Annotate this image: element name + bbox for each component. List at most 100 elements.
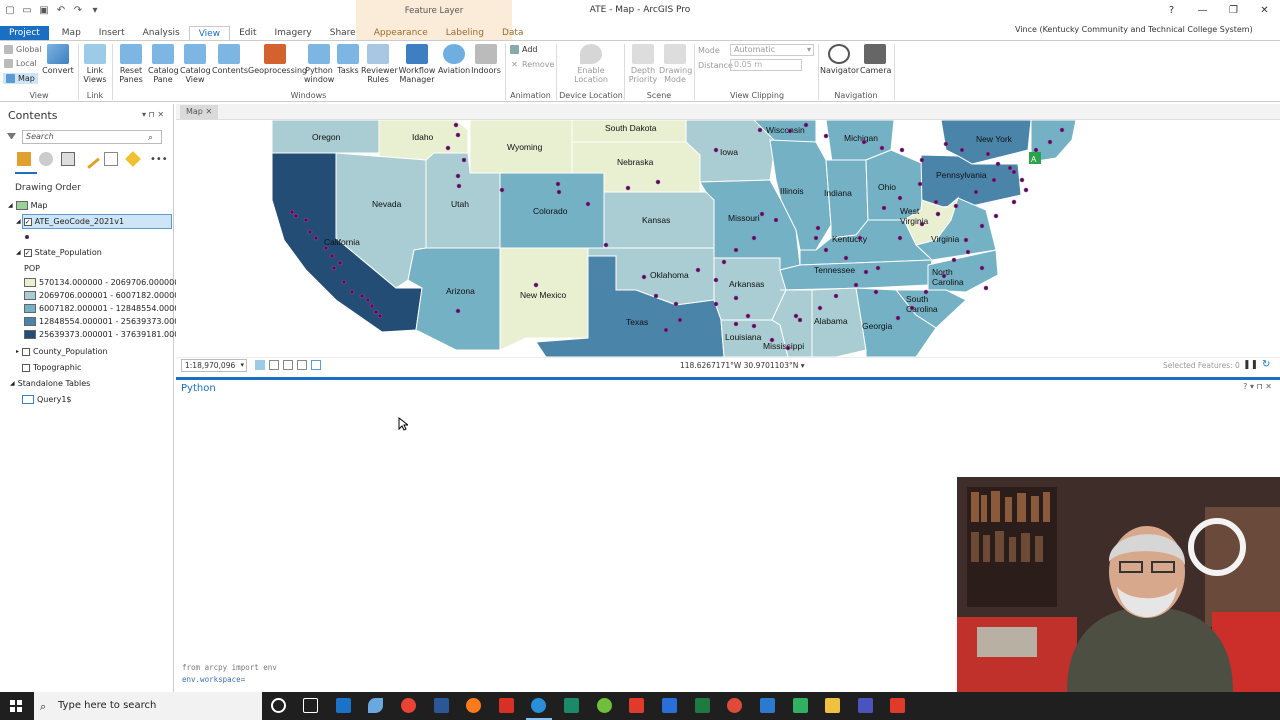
tab-project[interactable]: Project xyxy=(0,26,49,40)
restore-icon[interactable]: ❐ xyxy=(1218,0,1249,22)
geocode-point[interactable] xyxy=(899,147,905,153)
geoprocessing-button[interactable]: Geoprocessing xyxy=(248,44,307,75)
geocode-point[interactable] xyxy=(953,203,959,209)
geocode-point[interactable] xyxy=(991,177,997,183)
clipping-mode-select[interactable]: Automatic ▾ xyxy=(730,44,814,56)
geocode-point[interactable] xyxy=(787,128,793,134)
geocode-point[interactable] xyxy=(817,305,823,311)
geocode-point[interactable] xyxy=(329,253,335,259)
geocode-point[interactable] xyxy=(919,221,925,227)
tab-view[interactable]: View xyxy=(188,26,231,40)
list-by-source-icon[interactable] xyxy=(39,152,53,166)
geocode-point[interactable] xyxy=(453,122,459,128)
drawing-mode-button[interactable]: Drawing Mode xyxy=(659,44,692,84)
geocode-point[interactable] xyxy=(973,189,979,195)
geocode-point[interactable] xyxy=(759,211,765,217)
geocode-point[interactable] xyxy=(365,297,371,303)
geocode-point[interactable] xyxy=(985,151,991,157)
python-window-button[interactable]: Python window xyxy=(304,44,334,84)
geocode-point[interactable] xyxy=(895,315,901,321)
geocode-point[interactable] xyxy=(1011,199,1017,205)
geocode-point[interactable] xyxy=(951,257,957,263)
aviation-button[interactable]: Aviation xyxy=(438,44,470,75)
indoors-button[interactable]: Indoors xyxy=(471,44,501,75)
list-by-snapping-icon[interactable] xyxy=(104,152,118,166)
teams-icon[interactable] xyxy=(858,698,873,713)
geocode-point[interactable] xyxy=(1033,147,1039,153)
tree-map[interactable]: ◢ Map xyxy=(8,201,48,210)
windows-start-icon[interactable] xyxy=(10,700,22,712)
list-by-selection-icon[interactable] xyxy=(61,152,75,166)
geocode-point[interactable] xyxy=(875,265,881,271)
geocode-point[interactable] xyxy=(663,327,669,333)
geocode-point[interactable] xyxy=(641,274,647,280)
map-view-tab[interactable]: Map ✕ xyxy=(180,105,219,119)
geocode-point[interactable] xyxy=(313,235,319,241)
grid-icon[interactable] xyxy=(255,360,265,370)
word-icon[interactable] xyxy=(434,698,449,713)
geocode-point[interactable] xyxy=(456,183,462,189)
geocode-point[interactable] xyxy=(963,237,969,243)
geocode-point[interactable] xyxy=(861,139,867,145)
geocode-point[interactable] xyxy=(863,269,869,275)
geocode-point[interactable] xyxy=(879,145,885,151)
python-input-line[interactable]: env.workspace= xyxy=(182,675,245,684)
teams-app-icon[interactable] xyxy=(368,698,383,713)
tree-layer-topographic[interactable]: ▸Topographic xyxy=(16,363,81,372)
link-views-button[interactable]: Link Views xyxy=(82,44,108,84)
geocode-point[interactable] xyxy=(455,173,461,179)
global-button[interactable]: Global xyxy=(4,45,42,54)
depth-priority-button[interactable]: Depth Priority xyxy=(628,44,658,84)
filter-icon[interactable] xyxy=(7,133,16,142)
geocode-point[interactable] xyxy=(341,279,347,285)
geocode-point[interactable] xyxy=(881,205,887,211)
close-icon[interactable]: ✕ xyxy=(205,107,212,116)
close-window-icon[interactable]: ✕ xyxy=(1249,0,1280,22)
acrobat-icon[interactable] xyxy=(499,698,514,713)
arcgis-pro-icon[interactable] xyxy=(531,698,546,713)
tab-analysis[interactable]: Analysis xyxy=(134,26,189,40)
geocode-point[interactable] xyxy=(943,141,949,147)
geocode-point[interactable] xyxy=(751,323,757,329)
geocode-point[interactable] xyxy=(303,217,309,223)
geocode-point[interactable] xyxy=(499,187,505,193)
catalog-view-button[interactable]: Catalog View xyxy=(180,44,211,84)
geocode-point[interactable] xyxy=(673,301,679,307)
geocode-point[interactable] xyxy=(655,179,661,185)
geocode-point[interactable] xyxy=(461,157,467,163)
geocode-point[interactable] xyxy=(897,235,903,241)
geocode-point[interactable] xyxy=(1059,127,1065,133)
geocode-point[interactable] xyxy=(857,235,863,241)
minimize-icon[interactable]: — xyxy=(1187,0,1218,22)
geocode-point[interactable] xyxy=(923,289,929,295)
geocode-point[interactable] xyxy=(813,235,819,241)
geocode-point[interactable] xyxy=(935,211,941,217)
state-arkansas[interactable] xyxy=(713,257,787,321)
outlook-icon[interactable] xyxy=(336,698,351,713)
geocode-point[interactable] xyxy=(1007,165,1013,171)
clipping-distance-input[interactable]: 0.05 m xyxy=(730,59,802,71)
geocode-point[interactable] xyxy=(373,309,379,315)
geocode-point[interactable] xyxy=(751,235,757,241)
geocode-point[interactable] xyxy=(823,247,829,253)
geocode-point[interactable] xyxy=(1019,177,1025,183)
geocode-point[interactable] xyxy=(979,265,985,271)
skype-icon[interactable] xyxy=(662,698,677,713)
geocode-point[interactable] xyxy=(993,213,999,219)
contents-search-input[interactable]: Search xyxy=(22,130,162,144)
geocode-point[interactable] xyxy=(769,337,775,343)
pane-options-icons[interactable]: ▾ ⊓ ✕ xyxy=(142,110,164,119)
geocode-point[interactable] xyxy=(833,293,839,299)
geocode-point[interactable] xyxy=(853,282,859,288)
map-view[interactable]: Oregon Idaho Wyoming South Dakota Wisconsin M… xyxy=(176,120,1280,357)
geocode-point[interactable] xyxy=(979,223,985,229)
reset-panes-button[interactable]: Reset Panes xyxy=(116,44,146,84)
snagit-icon[interactable] xyxy=(629,698,644,713)
geocode-point[interactable] xyxy=(917,181,923,187)
tab-imagery[interactable]: Imagery xyxy=(266,26,321,40)
tab-share[interactable]: Share xyxy=(321,26,365,40)
recorder-icon[interactable] xyxy=(890,698,905,713)
remove-animation-button[interactable]: ✕ Remove xyxy=(510,60,554,69)
geocode-point[interactable] xyxy=(773,217,779,223)
camera-button[interactable]: Camera xyxy=(860,44,891,75)
